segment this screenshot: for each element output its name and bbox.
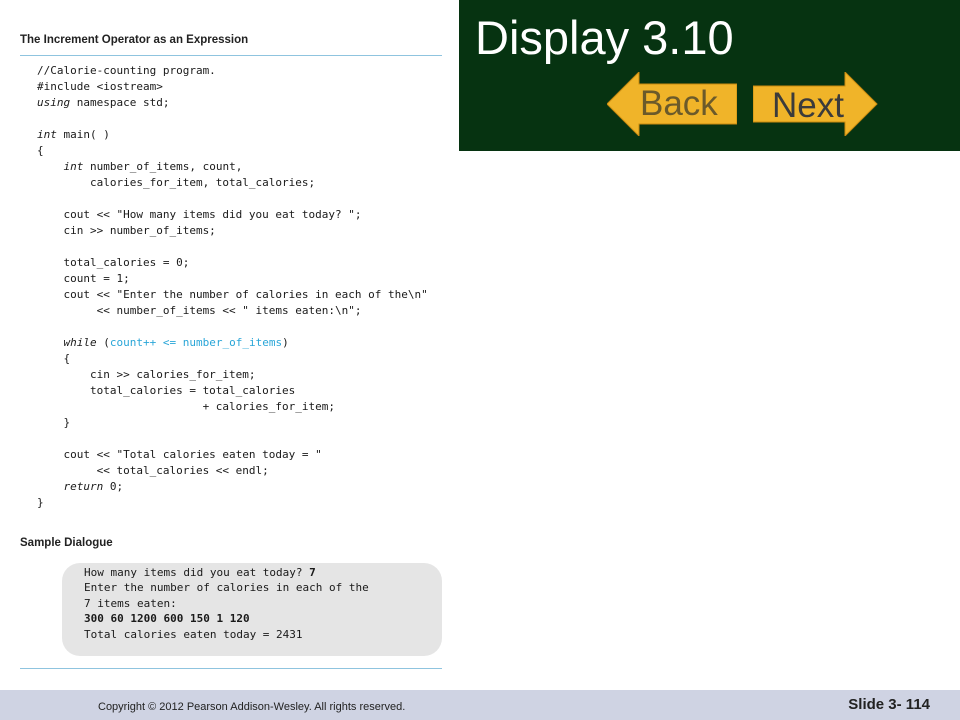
dialog-output: 7 items eaten: [84, 596, 177, 610]
code-line: total_calories = total_calories [37, 384, 296, 397]
code-line: //Calorie-counting program. [37, 64, 216, 77]
code-line: calories_for_item, total_calories; [37, 176, 316, 189]
code-line: cin >> calories_for_item; [37, 368, 256, 381]
listing-heading: The Increment Operator as an Expression [20, 34, 249, 46]
code-line: total_calories = 0; [37, 256, 190, 269]
code-line: int main( ) [37, 128, 110, 141]
code-line: << number_of_items << " items eaten:\n"; [37, 304, 362, 317]
bottom-rule [20, 668, 442, 669]
code-line: cout << "Total calories eaten today = " [37, 448, 322, 461]
code-line: #include <iostream> [37, 80, 163, 93]
dialog-output: How many items did you eat today? [84, 566, 310, 579]
sample-dialogue-text: How many items did you eat today? 7 Ente… [84, 565, 369, 642]
code-line: } [37, 416, 71, 429]
back-button[interactable]: Back [607, 72, 737, 136]
dialog-user-input: 7 [309, 566, 316, 579]
dialog-user-input: 300 60 1200 600 150 1 120 [84, 612, 250, 626]
title-panel: Display 3.10 Back Next [459, 0, 960, 151]
slide-title: Display 3.10 [475, 11, 734, 64]
code-line: cout << "Enter the number of calories in… [37, 288, 428, 301]
code-line: << total_calories << endl; [37, 464, 269, 477]
dialog-output: Total calories eaten today = 2431 [84, 627, 303, 641]
heading-rule [20, 55, 442, 56]
dialog-line: Enter the number of calories in each of … [84, 581, 369, 594]
next-button[interactable]: Next [753, 72, 879, 136]
dialog-line: 7 items eaten: [84, 597, 177, 610]
code-line: count = 1; [37, 272, 130, 285]
code-line: { [37, 144, 44, 157]
footer-bar: Copyright © 2012 Pearson Addison-Wesley.… [0, 690, 960, 720]
slide-number: Slide 3- 114 [848, 696, 930, 713]
dialog-line: Total calories eaten today = 2431 [84, 628, 303, 641]
code-line: cout << "How many items did you eat toda… [37, 208, 362, 221]
copyright-text: Copyright © 2012 Pearson Addison-Wesley.… [98, 701, 406, 713]
code-block: //Calorie-counting program. #include <io… [37, 63, 428, 511]
code-line: } [37, 496, 44, 509]
code-line: { [37, 352, 71, 365]
next-button-label: Next [772, 86, 844, 125]
code-line: cin >> number_of_items; [37, 224, 216, 237]
code-line: while (count++ <= number_of_items) [63, 336, 289, 349]
code-line: using namespace std; [37, 96, 170, 109]
dialog-heading: Sample Dialogue [20, 537, 113, 549]
back-button-label: Back [640, 84, 718, 123]
dialog-line: How many items did you eat today? 7 [84, 566, 316, 579]
code-listing: The Increment Operator as an Expression … [0, 0, 459, 690]
dialog-output: Enter the number of calories in each of … [84, 581, 369, 595]
code-line: int number_of_items, count, [63, 160, 243, 173]
code-line: + calories_for_item; [37, 400, 336, 413]
code-line: return 0; [63, 480, 124, 493]
dialog-line: 300 60 1200 600 150 1 120 [84, 612, 250, 625]
